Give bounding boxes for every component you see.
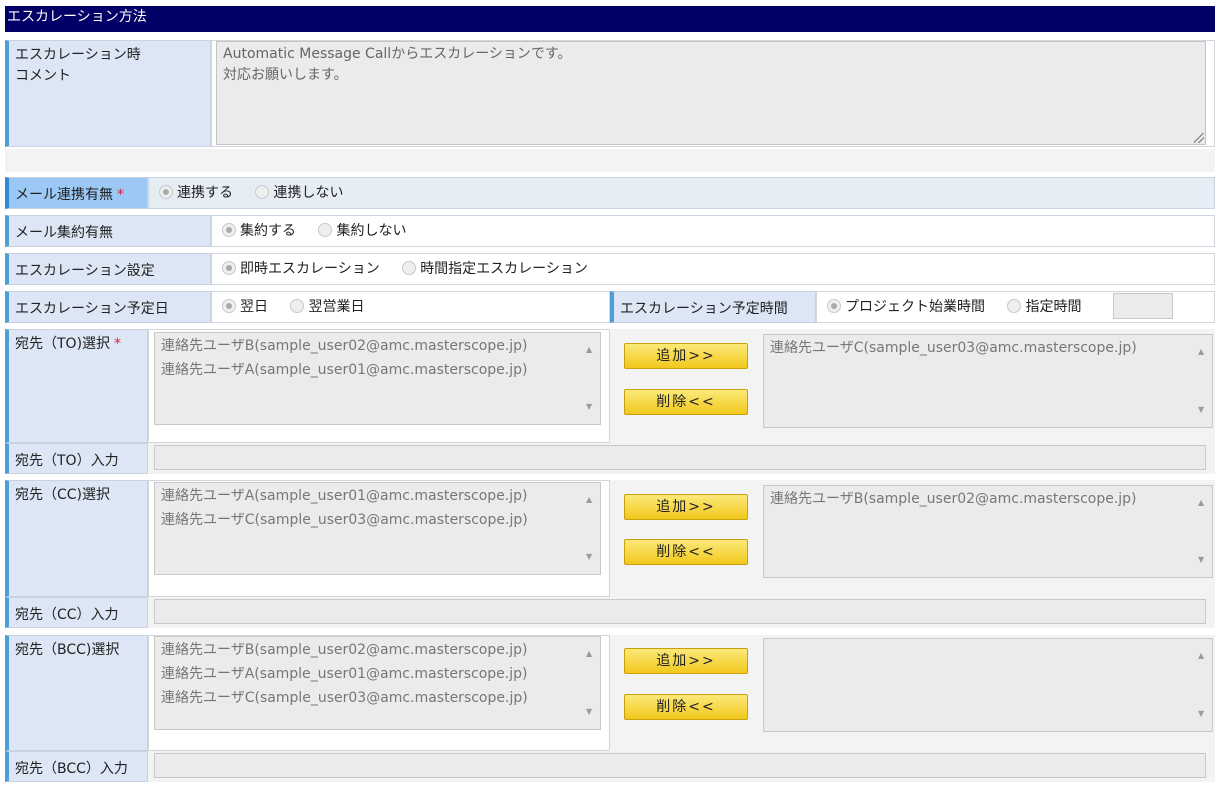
list-item[interactable]: 連絡先ユーザB(sample_user02@amc.masterscope.jp… — [161, 638, 570, 662]
resize-grip-icon[interactable] — [1194, 133, 1204, 143]
radio-unselected-icon — [318, 223, 333, 237]
radio-selected-icon — [159, 185, 173, 199]
scheduled-time-label: エスカレーション予定時間 — [610, 291, 816, 323]
scheduled-date-options: 翌日 翌営業日 — [211, 291, 610, 323]
radio-next-business-day[interactable]: 翌営業日 — [290, 296, 364, 316]
radio-aggregate-no[interactable]: 集約しない — [318, 220, 406, 240]
comment-label-line1: エスカレーション時 — [15, 47, 141, 63]
specified-time-input[interactable] — [1113, 293, 1173, 319]
bcc-select-label: 宛先（BCC)選択 — [5, 635, 148, 751]
scroll-up-icon[interactable]: ▲ — [1198, 340, 1204, 364]
to-add-button[interactable]: 追加>> — [624, 343, 748, 369]
to-select-label-text: 宛先（TO)選択 — [15, 336, 111, 352]
radio-unselected-icon — [290, 299, 305, 313]
list-item[interactable]: 連絡先ユーザA(sample_user01@amc.masterscope.jp… — [161, 662, 570, 686]
list-item[interactable]: 連絡先ユーザB(sample_user02@amc.masterscope.jp… — [770, 487, 1182, 511]
scroll-up-icon[interactable]: ▲ — [586, 642, 592, 666]
radio-aggregate-yes[interactable]: 集約する — [222, 220, 296, 240]
list-item[interactable]: 連絡先ユーザC(sample_user03@amc.masterscope.jp… — [770, 336, 1182, 360]
radio-selected-icon — [222, 223, 236, 237]
scroll-up-icon[interactable]: ▲ — [1198, 644, 1204, 668]
list-item[interactable]: 連絡先ユーザA(sample_user01@amc.masterscope.jp… — [161, 484, 570, 508]
radio-immediate-escalation[interactable]: 即時エスカレーション — [222, 258, 380, 278]
list-item[interactable]: 連絡先ユーザA(sample_user01@amc.masterscope.jp… — [161, 358, 570, 382]
mail-aggregate-label: メール集約有無 — [5, 215, 211, 247]
cc-available-list[interactable]: 連絡先ユーザA(sample_user01@amc.masterscope.jp… — [154, 482, 601, 575]
scroll-down-icon[interactable]: ▼ — [586, 545, 592, 569]
radio-selected-icon — [827, 299, 841, 313]
to-remove-button[interactable]: 削除<< — [624, 389, 748, 415]
list-item[interactable]: 連絡先ユーザB(sample_user02@amc.masterscope.jp… — [161, 334, 570, 358]
to-available-list[interactable]: 連絡先ユーザB(sample_user02@amc.masterscope.jp… — [154, 332, 601, 425]
cc-selected-list[interactable]: 連絡先ユーザB(sample_user02@amc.masterscope.jp… — [763, 485, 1213, 578]
cc-input-field[interactable] — [154, 599, 1206, 624]
scroll-up-icon[interactable]: ▲ — [1198, 491, 1204, 515]
cc-add-button[interactable]: 追加>> — [624, 494, 748, 520]
radio-unselected-icon — [402, 261, 417, 275]
comment-label: エスカレーション時 コメント — [5, 40, 211, 147]
mail-link-options: 連携する 連携しない — [148, 177, 1215, 209]
bcc-remove-button[interactable]: 削除<< — [624, 694, 748, 720]
section-title: エスカレーション方法 — [5, 6, 1215, 32]
scroll-up-icon[interactable]: ▲ — [586, 488, 592, 512]
radio-project-start-time[interactable]: プロジェクト始業時間 — [827, 296, 985, 316]
cc-remove-button[interactable]: 削除<< — [624, 539, 748, 565]
bcc-available-list[interactable]: 連絡先ユーザB(sample_user02@amc.masterscope.jp… — [154, 636, 601, 730]
mail-link-label: メール連携有無 * — [5, 177, 148, 209]
radio-next-day[interactable]: 翌日 — [222, 296, 268, 316]
mail-link-label-text: メール連携有無 — [15, 187, 113, 203]
cc-select-label: 宛先（CC)選択 — [5, 480, 148, 597]
radio-unselected-icon — [255, 185, 270, 199]
scroll-up-icon[interactable]: ▲ — [586, 338, 592, 362]
radio-unselected-icon — [1007, 299, 1022, 313]
bcc-input-label: 宛先（BCC）入力 — [5, 751, 148, 782]
radio-selected-icon — [222, 261, 236, 275]
radio-mail-link-no[interactable]: 連携しない — [255, 182, 343, 202]
scheduled-date-label: エスカレーション予定日 — [5, 291, 211, 323]
mail-aggregate-options: 集約する 集約しない — [211, 215, 1215, 247]
bcc-add-button[interactable]: 追加>> — [624, 648, 748, 674]
to-selected-list[interactable]: 連絡先ユーザC(sample_user03@amc.masterscope.jp… — [763, 334, 1213, 428]
radio-mail-link-yes[interactable]: 連携する — [159, 182, 233, 202]
scroll-down-icon[interactable]: ▼ — [1198, 548, 1204, 572]
escalation-setting-label: エスカレーション設定 — [5, 253, 211, 285]
list-item[interactable]: 連絡先ユーザC(sample_user03@amc.masterscope.jp… — [161, 508, 570, 532]
to-input-field[interactable] — [154, 445, 1206, 470]
spacer-band — [5, 149, 1215, 172]
to-input-label: 宛先（TO）入力 — [5, 443, 148, 474]
scroll-down-icon[interactable]: ▼ — [1198, 702, 1204, 726]
radio-timed-escalation[interactable]: 時間指定エスカレーション — [402, 258, 588, 278]
to-select-label: 宛先（TO)選択 * — [5, 329, 148, 443]
list-item[interactable]: 連絡先ユーザC(sample_user03@amc.masterscope.jp… — [161, 686, 570, 710]
scroll-down-icon[interactable]: ▼ — [586, 700, 592, 724]
radio-specified-time[interactable]: 指定時間 — [1007, 296, 1081, 316]
comment-label-line2: コメント — [15, 68, 71, 84]
escalation-setting-options: 即時エスカレーション 時間指定エスカレーション — [211, 253, 1215, 285]
required-mark: * — [117, 187, 124, 203]
cc-input-label: 宛先（CC）入力 — [5, 597, 148, 628]
bcc-selected-list[interactable]: ▲ ▼ — [763, 638, 1213, 732]
scroll-down-icon[interactable]: ▼ — [586, 395, 592, 419]
required-mark: * — [114, 336, 122, 352]
comment-textarea[interactable]: Automatic Message Callからエスカレーションです。 対応お願… — [216, 41, 1206, 145]
bcc-input-field[interactable] — [154, 753, 1206, 778]
scroll-down-icon[interactable]: ▼ — [1198, 398, 1204, 422]
radio-selected-icon — [222, 299, 236, 313]
